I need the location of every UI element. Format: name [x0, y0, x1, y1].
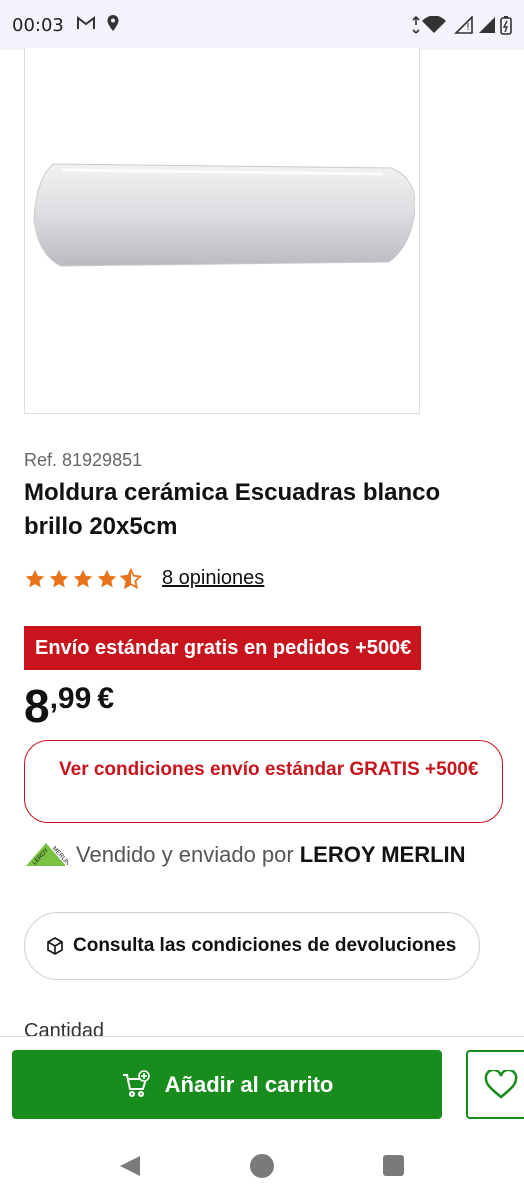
location-icon [106, 14, 120, 37]
signal-full-icon [479, 17, 495, 33]
recents-icon[interactable] [383, 1155, 404, 1176]
signal-icon: ! [454, 16, 473, 34]
box-icon [47, 937, 63, 955]
wifi-icon [412, 16, 446, 34]
returns-conditions-button[interactable]: Consulta las condiciones de devoluciones [24, 912, 480, 980]
seller-name: LEROY MERLIN [299, 842, 466, 867]
price: 8,99 € [24, 676, 114, 736]
star-half-icon [120, 567, 142, 589]
add-to-cart-label: Añadir al carrito [164, 1071, 334, 1097]
opinions-link[interactable]: 8 opiniones [162, 567, 264, 590]
tile-molding-image [33, 163, 415, 267]
price-currency: € [97, 682, 114, 715]
returns-label: Consulta las condiciones de devoluciones [73, 935, 457, 956]
battery-icon [500, 16, 512, 35]
seller-info: LEROY MERLIN Vendido y enviado por LEROY… [24, 840, 466, 870]
heart-icon [484, 1069, 518, 1099]
star-icon [97, 569, 117, 587]
favorite-button[interactable] [466, 1050, 524, 1119]
star-icon [73, 569, 93, 587]
rating-stars [24, 567, 142, 590]
status-time: 00:03 [12, 14, 64, 36]
product-title: Moldura cerámica Escuadras blanco brillo… [24, 479, 441, 540]
cart-add-icon [122, 1069, 150, 1097]
back-icon[interactable] [118, 1154, 142, 1178]
shipping-conditions-button[interactable]: Ver condiciones envío estándar GRATIS +5… [24, 740, 503, 823]
status-bar: 00:03 ! [0, 0, 524, 50]
leroy-merlin-logo: LEROY MERLIN [26, 843, 68, 867]
price-decimals: ,99 [49, 682, 92, 715]
free-shipping-banner: Envío estándar gratis en pedidos +500€ [24, 626, 421, 670]
star-icon [49, 569, 69, 587]
product-image[interactable] [24, 48, 420, 414]
price-integer: 8 [24, 680, 50, 732]
seller-prefix: Vendido y enviado por [76, 842, 294, 867]
add-to-cart-button[interactable]: Añadir al carrito [12, 1050, 442, 1119]
svg-text:!: ! [466, 22, 470, 33]
product-ref: Ref. 81929851 [24, 450, 143, 470]
system-nav-bar [0, 1134, 524, 1200]
rating[interactable]: 8 opiniones [24, 567, 264, 590]
home-icon[interactable] [250, 1154, 274, 1178]
gmail-icon [76, 15, 96, 36]
bottom-action-bar: Añadir al carrito [0, 1036, 524, 1135]
star-icon [25, 569, 45, 587]
